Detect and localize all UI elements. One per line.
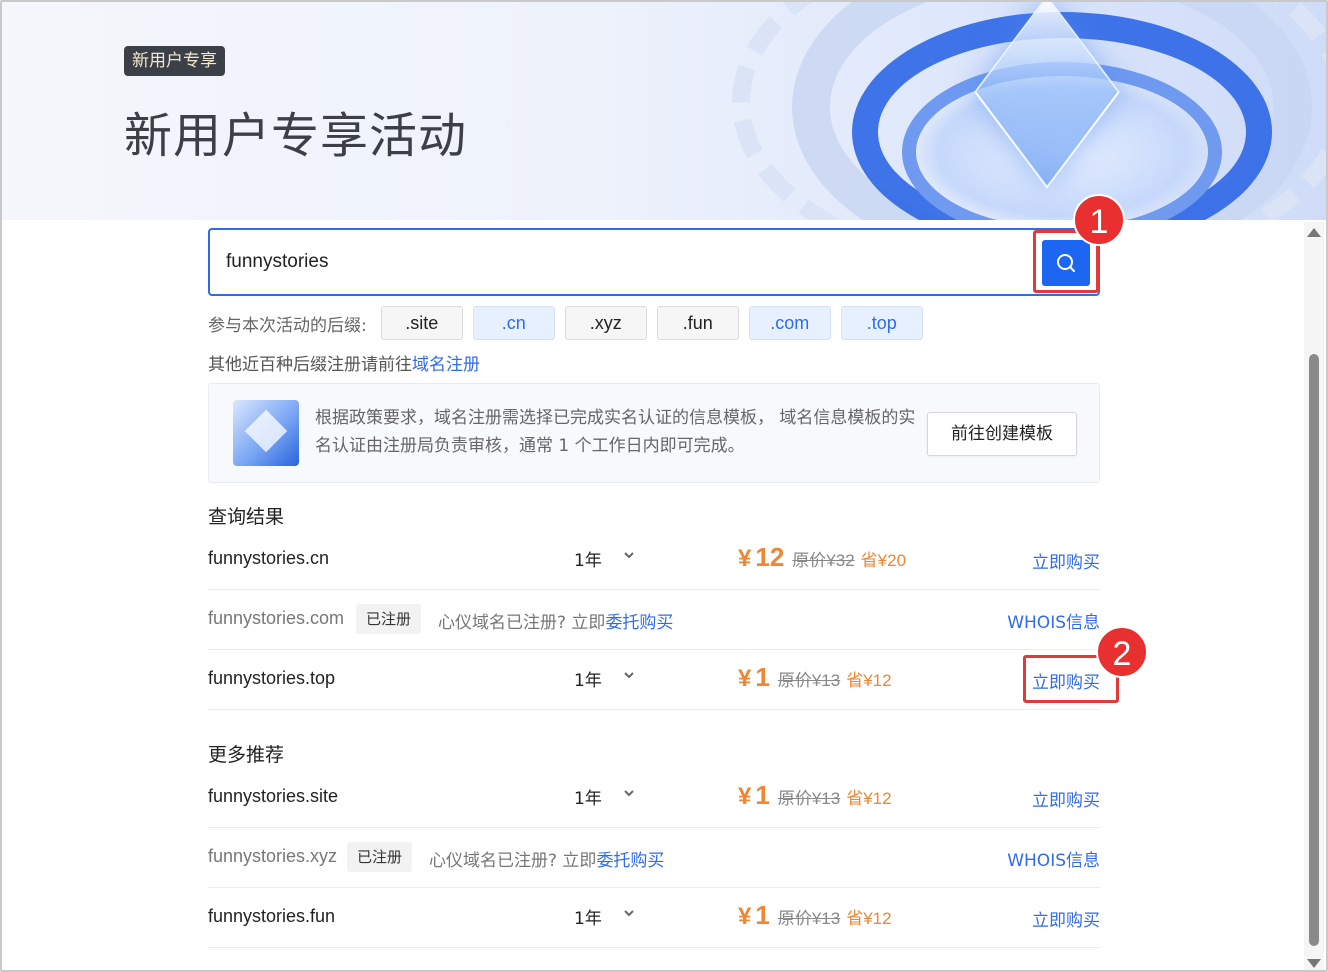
- price-info: ¥ 1 原价¥13 省¥12: [738, 900, 892, 931]
- currency-symbol: ¥: [738, 665, 752, 692]
- domain-name: funnystories.com: [208, 608, 345, 628]
- policy-text: 根据政策要求，域名注册需选择已完成实名认证的信息模板， 域名信息模板的实名认证由…: [315, 408, 916, 456]
- chevron-down-icon[interactable]: [622, 786, 636, 800]
- chevron-down-icon[interactable]: [622, 906, 636, 920]
- whois-link[interactable]: WHOIS信息: [1007, 608, 1100, 633]
- current-price: 1: [755, 900, 770, 930]
- new-user-badge: 新用户专享: [124, 46, 225, 76]
- suffix-chip-xyz[interactable]: .xyz: [564, 306, 647, 340]
- scroll-down-arrow-icon[interactable]: [1307, 959, 1321, 968]
- policy-illustration: [233, 400, 299, 466]
- registered-note-text: 心仪域名已注册? 立即: [429, 851, 597, 871]
- original-price: 原价¥32: [792, 551, 855, 570]
- registered-note-text: 心仪域名已注册? 立即: [438, 613, 606, 633]
- chevron-down-icon[interactable]: [622, 668, 636, 682]
- domain-name: funnystories.cn: [208, 548, 330, 568]
- result-row: funnystories.cn 1年 ¥ 12 原价¥32 省¥20 立即购买: [208, 530, 1100, 590]
- domain-name: funnystories.site: [208, 786, 339, 806]
- whois-link[interactable]: WHOIS信息: [1007, 846, 1100, 871]
- period-select[interactable]: 1年: [574, 546, 602, 571]
- domain-search-box: [208, 228, 1100, 296]
- suffix-chip-cn[interactable]: .cn: [472, 306, 555, 340]
- price-info: ¥ 1 原价¥13 省¥12: [738, 780, 892, 811]
- suffix-label: 参与本次活动的后缀:: [208, 315, 367, 336]
- chevron-down-icon[interactable]: [622, 548, 636, 562]
- registered-note: 心仪域名已注册? 立即委托购买: [429, 846, 664, 871]
- buy-now-link[interactable]: 立即购买: [1032, 548, 1100, 573]
- current-price: 1: [755, 662, 770, 692]
- domain-name: funnystories.fun: [208, 906, 336, 926]
- results-title: 查询结果: [208, 506, 285, 528]
- currency-symbol: ¥: [738, 903, 752, 930]
- policy-notice: 根据政策要求，域名注册需选择已完成实名认证的信息模板， 域名信息模板的实名认证由…: [208, 383, 1100, 483]
- annotation-marker-1: 1: [1073, 194, 1125, 246]
- original-price: 原价¥13: [777, 789, 841, 808]
- recommend-row: funnystories.xyz 已注册 心仪域名已注册? 立即委托购买 WHO…: [208, 828, 1100, 888]
- suffix-row: 参与本次活动的后缀: .site .cn .xyz .fun .com .top: [208, 306, 933, 340]
- annotation-marker-2: 2: [1096, 626, 1148, 678]
- result-row: funnystories.com 已注册 心仪域名已注册? 立即委托购买 WHO…: [208, 590, 1100, 650]
- promo-banner: 新用户专享 新用户专享活动: [2, 2, 1326, 220]
- current-price: 12: [755, 542, 785, 572]
- broker-purchase-link[interactable]: 委托购买: [596, 851, 664, 871]
- suffix-chip-fun[interactable]: .fun: [656, 306, 739, 340]
- recommend-title: 更多推荐: [208, 744, 285, 766]
- page-title: 新用户专享活动: [124, 108, 468, 164]
- currency-symbol: ¥: [738, 783, 752, 810]
- recommend-row: funnystories.site 1年 ¥ 1 原价¥13 省¥12 立即购买: [208, 768, 1100, 828]
- registered-tag: 已注册: [356, 604, 422, 634]
- savings: 省¥12: [846, 671, 892, 690]
- broker-purchase-link[interactable]: 委托购买: [605, 613, 673, 633]
- result-row: funnystories.top 1年 ¥ 1 原价¥13 省¥12 立即购买: [208, 650, 1100, 710]
- suffix-chip-top[interactable]: .top: [840, 306, 923, 340]
- period-select[interactable]: 1年: [574, 784, 602, 809]
- domain-name: funnystories.top: [208, 668, 336, 688]
- buy-now-link[interactable]: 立即购买: [1032, 906, 1100, 931]
- scroll-up-arrow-icon[interactable]: [1307, 228, 1321, 237]
- domain-name: funnystories.xyz: [208, 846, 338, 866]
- suffix-chip-com[interactable]: .com: [748, 306, 831, 340]
- page-frame: 新用户专享 新用户专享活动 1 参与本次活动的后缀: .site .cn .xy…: [0, 0, 1328, 972]
- buy-now-link[interactable]: 立即购买: [1032, 786, 1100, 811]
- original-price: 原价¥13: [777, 671, 841, 690]
- vertical-scrollbar[interactable]: [1304, 222, 1324, 970]
- original-price: 原价¥13: [777, 909, 841, 928]
- domain-search-input[interactable]: [226, 248, 1006, 276]
- period-select[interactable]: 1年: [574, 666, 602, 691]
- other-suffix-text: 其他近百种后缀注册请前往: [208, 355, 412, 375]
- scroll-thumb[interactable]: [1309, 354, 1319, 946]
- domain-register-link[interactable]: 域名注册: [412, 355, 480, 375]
- registered-note: 心仪域名已注册? 立即委托购买: [438, 608, 673, 633]
- current-price: 1: [755, 780, 770, 810]
- recommend-row: funnystories.fun 1年 ¥ 1 原价¥13 省¥12 立即购买: [208, 888, 1100, 948]
- create-template-button[interactable]: 前往创建模板: [927, 412, 1077, 456]
- savings: 省¥12: [846, 789, 892, 808]
- period-select[interactable]: 1年: [574, 904, 602, 929]
- suffix-chip-site[interactable]: .site: [380, 306, 463, 340]
- registered-tag: 已注册: [347, 842, 413, 872]
- currency-symbol: ¥: [738, 545, 752, 572]
- other-suffix-note: 其他近百种后缀注册请前往域名注册: [208, 350, 480, 375]
- price-info: ¥ 12 原价¥32 省¥20: [738, 542, 906, 573]
- savings: 省¥20: [860, 551, 907, 570]
- savings: 省¥12: [846, 909, 892, 928]
- price-info: ¥ 1 原价¥13 省¥12: [738, 662, 892, 693]
